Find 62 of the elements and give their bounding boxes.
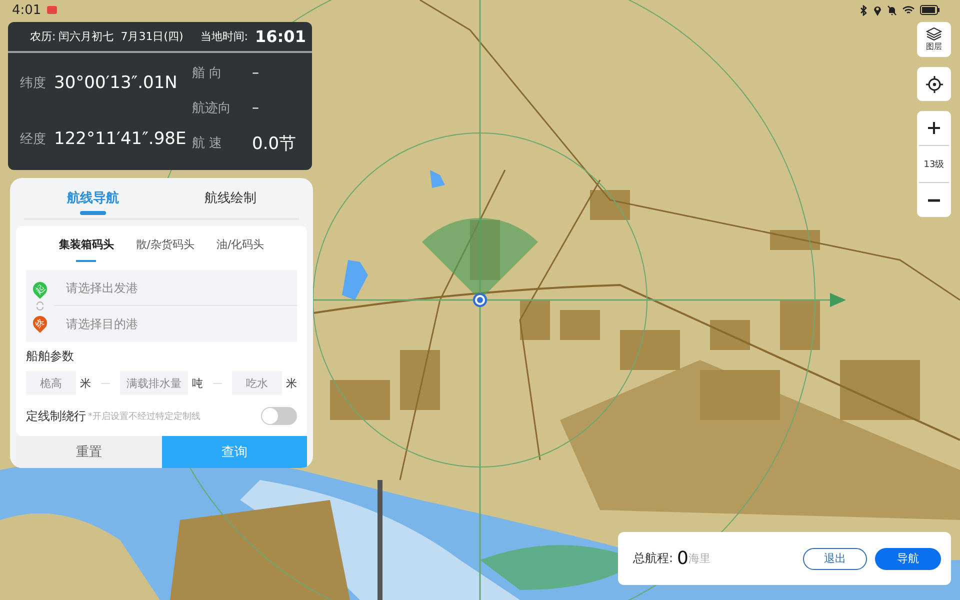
minus-icon xyxy=(928,198,940,202)
lake-drawing xyxy=(342,260,368,300)
avoid-routing-note: *开启设置不经过特定定制线 xyxy=(88,410,200,422)
building-block xyxy=(710,320,750,350)
total-distance-label: 总航程: xyxy=(633,550,674,567)
terminal-type-tab[interactable]: 集装箱码头 xyxy=(52,226,120,262)
reset-button[interactable]: 重置 xyxy=(16,436,162,468)
route-tab[interactable]: 航线绘制 xyxy=(162,178,299,218)
muted-bell-icon xyxy=(887,4,897,16)
locate-button[interactable] xyxy=(917,67,951,101)
layers-icon xyxy=(926,27,942,41)
speed-value: 0.0节 xyxy=(252,132,296,154)
vessel-position-icon xyxy=(473,293,487,307)
building-block xyxy=(780,300,820,350)
terminal-type-tab[interactable]: 油/化码头 xyxy=(210,226,270,262)
heading-label: 艏 向 xyxy=(192,65,224,82)
speed-label: 航 速 xyxy=(192,135,224,152)
ship-param-field[interactable]: 吃水 xyxy=(232,371,282,395)
departure-port-field[interactable]: 请选择出发港 xyxy=(54,270,297,306)
destination-port-field[interactable]: 请选择目的港 xyxy=(54,306,297,342)
bluetooth-icon xyxy=(860,4,868,16)
building-block xyxy=(400,350,440,410)
ship-param-field[interactable]: 满载排水量 xyxy=(120,371,188,395)
exit-button[interactable]: 退出 xyxy=(803,548,867,570)
plus-icon xyxy=(928,122,940,134)
building-block xyxy=(520,300,550,340)
status-time: 4:01 xyxy=(12,2,42,18)
latitude-value: 30°00′13″.01N xyxy=(54,73,178,93)
building-block xyxy=(470,220,500,280)
building-block xyxy=(590,190,630,220)
lunar-date-label: 农历: xyxy=(30,29,56,44)
zoom-level: 13级 xyxy=(919,145,949,183)
building-block xyxy=(560,310,600,340)
course-label: 航迹向 xyxy=(192,100,232,117)
battery-icon xyxy=(920,5,940,15)
building-block xyxy=(770,230,820,250)
ship-param-field[interactable]: 桅高 xyxy=(26,371,76,395)
layers-button[interactable]: 图层 xyxy=(917,22,951,57)
distance-unit: 海里 xyxy=(688,551,710,566)
unit-label: 米 xyxy=(80,376,91,390)
avoid-routing-switch[interactable] xyxy=(261,407,297,425)
local-time: 16:01 xyxy=(255,27,306,46)
navigate-button[interactable]: 导航 xyxy=(875,548,941,570)
longitude-value: 122°11′41″.98E xyxy=(54,129,186,149)
total-distance-value: 0 xyxy=(677,548,688,569)
unit-label: 米 xyxy=(286,376,297,390)
lake-drawing xyxy=(430,170,445,188)
location-pin-icon xyxy=(873,4,882,16)
lunar-date: 闰六月初七 7月31日(四) xyxy=(58,29,184,44)
wifi-icon xyxy=(902,5,915,15)
latitude-label: 纬度 xyxy=(20,75,46,92)
terminal-type-tab[interactable]: 散/杂货码头 xyxy=(130,226,200,262)
course-value: – xyxy=(252,100,259,116)
longitude-label: 经度 xyxy=(20,131,46,148)
avoid-routing-label: 定线制绕行 xyxy=(26,408,86,424)
unit-label: 吨 xyxy=(192,376,203,390)
ship-params-title: 船舶参数 xyxy=(26,348,75,365)
building-block xyxy=(330,380,390,420)
local-time-label: 当地时间: xyxy=(200,29,248,44)
heading-value: – xyxy=(252,65,259,81)
notification-icon xyxy=(47,6,58,14)
crosshair-icon xyxy=(926,76,942,92)
